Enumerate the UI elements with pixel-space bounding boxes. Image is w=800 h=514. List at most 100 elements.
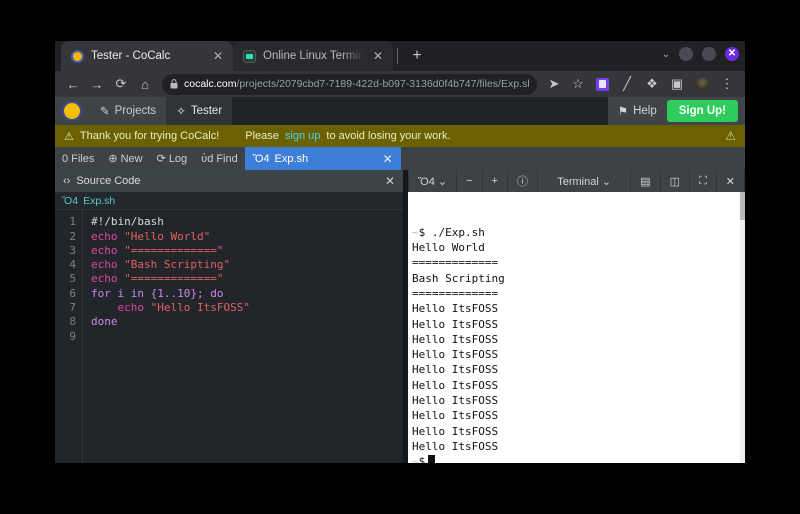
code-icon: ‹› xyxy=(63,175,70,187)
line-number: 4 xyxy=(55,258,76,272)
tab-new-label: New xyxy=(121,153,143,165)
split-horizontal-button[interactable]: ▤ xyxy=(631,170,660,192)
source-code-title: Source Code xyxy=(76,175,140,187)
split-vertical-button[interactable]: ◫ xyxy=(661,170,690,192)
share-icon[interactable]: ➤ xyxy=(542,72,566,96)
history-icon: ⟳ xyxy=(157,152,166,165)
address-bar[interactable]: cocalc.com/projects/2079cbd7-7189-422d-b… xyxy=(162,74,537,95)
help-label: Help xyxy=(633,105,657,117)
home-icon[interactable]: ⌂ xyxy=(133,72,157,96)
code-line: echo "=============" xyxy=(91,244,403,258)
zoom-out-button[interactable]: − xyxy=(457,170,482,192)
window-close-button[interactable]: ✕ xyxy=(725,47,739,61)
help-button[interactable]: ⚑ Help xyxy=(608,97,667,125)
tab-find[interactable]: ὐd Find xyxy=(194,147,245,170)
avatar[interactable] xyxy=(690,72,714,96)
terminal-output-line: Hello ItsFOSS xyxy=(412,362,745,377)
code-token: echo xyxy=(91,272,124,285)
close-frame-button[interactable]: ✕ xyxy=(717,170,745,192)
terminal-output-line: Hello ItsFOSS xyxy=(412,301,745,316)
url-path: /projects/2079cbd7-7189-422d-b097-3136d0… xyxy=(237,78,529,90)
terminal-output-line: Hello ItsFOSS xyxy=(412,408,745,423)
new-tab-button[interactable]: + xyxy=(404,43,430,69)
terminal-text: Hello ItsFOSS xyxy=(412,333,498,346)
close-icon[interactable]: ✕ xyxy=(383,152,393,166)
maximize-button[interactable] xyxy=(702,47,716,61)
source-code-filename-bar: Ὄ4 Exp.sh xyxy=(55,192,403,210)
info-button[interactable]: ⓘ xyxy=(508,170,538,192)
pen-icon[interactable]: ╱ xyxy=(615,72,639,96)
tab-divider xyxy=(397,48,398,64)
terminal-command-line: ~$ ./Exp.sh xyxy=(412,225,745,240)
code-content[interactable]: #!/bin/bash echo "Hello World" echo "=====… xyxy=(82,210,403,463)
minimize-button[interactable] xyxy=(679,47,693,61)
terminal-scrollbar[interactable] xyxy=(740,192,745,463)
close-icon[interactable]: ✕ xyxy=(385,174,395,188)
nav-project-tester-button[interactable]: ✧ Tester xyxy=(166,97,232,125)
fullscreen-button[interactable]: ⛶ xyxy=(690,170,717,192)
bookmark-star-icon[interactable]: ☆ xyxy=(566,72,590,96)
frame-type-button[interactable]: Terminal ⌄ xyxy=(538,170,631,192)
code-line: echo "Hello World" xyxy=(91,230,403,244)
file-menu-button[interactable]: Ὄ4 ⌄ xyxy=(408,170,457,192)
close-icon[interactable]: ✕ xyxy=(211,49,225,63)
appbar-spacer xyxy=(232,97,608,125)
line-number: 7 xyxy=(55,301,76,315)
tab-files[interactable]: ὜0 Files xyxy=(55,147,101,170)
browser-tab-title: Online Linux Terminal - W xyxy=(263,50,364,62)
chevron-down-icon[interactable]: ⌄ xyxy=(662,49,670,60)
reload-icon[interactable]: ⟳ xyxy=(109,72,133,96)
search-icon: ὐd xyxy=(201,153,213,165)
close-icon[interactable]: ✕ xyxy=(371,49,385,63)
terminal-output-line: Hello World xyxy=(412,240,745,255)
help-icon: ⚑ xyxy=(618,104,628,118)
window-controls: ⌄ ✕ xyxy=(662,47,739,61)
terminal-text: Hello ItsFOSS xyxy=(412,394,498,407)
tab-log[interactable]: ⟳ Log xyxy=(150,147,195,170)
line-number: 5 xyxy=(55,272,76,286)
side-panel-icon[interactable]: ▣ xyxy=(665,72,689,96)
code-token: "=============" xyxy=(124,244,223,257)
terminal-favicon-icon xyxy=(243,50,256,63)
zoom-in-button[interactable]: + xyxy=(483,170,508,192)
signup-link[interactable]: sign up xyxy=(285,130,320,142)
browser-menu-icon[interactable]: ⋮ xyxy=(715,72,739,96)
back-icon[interactable]: ← xyxy=(61,72,85,96)
browser-tab-online-linux-terminal[interactable]: Online Linux Terminal - W ✕ xyxy=(233,41,393,71)
terminal-cursor xyxy=(428,455,435,463)
tab-files-label: Files xyxy=(71,153,94,165)
code-token: echo xyxy=(91,230,124,243)
line-number-gutter: 123456789 xyxy=(55,210,82,463)
cocalc-favicon-icon xyxy=(71,50,84,63)
terminal-text: ~ xyxy=(412,226,419,239)
terminal-scrollbar-thumb[interactable] xyxy=(740,192,745,220)
file-tab-exp-sh[interactable]: Ὄ4 Exp.sh ✕ xyxy=(245,147,401,170)
code-line xyxy=(91,330,403,344)
terminal-output[interactable]: ~$ ./Exp.sh Hello World ============= Bash … xyxy=(408,192,745,463)
extension-purple-icon[interactable] xyxy=(590,72,614,96)
forward-icon[interactable]: → xyxy=(85,72,109,96)
file-icon: Ὄ4 xyxy=(62,195,78,207)
terminal-output-line: Hello ItsFOSS xyxy=(412,393,745,408)
terminal-text: Hello ItsFOSS xyxy=(412,348,498,361)
puzzle-extensions-icon[interactable]: ❖ xyxy=(640,72,664,96)
code-line: #!/bin/bash xyxy=(91,215,403,229)
terminal-text: Hello ItsFOSS xyxy=(412,425,498,438)
source-code-header: ‹› Source Code ✕ xyxy=(55,170,403,192)
signup-button[interactable]: Sign Up! xyxy=(667,100,738,122)
browser-tab-cocalc[interactable]: Tester - CoCalc ✕ xyxy=(61,41,233,71)
nav-projects-button[interactable]: ✎ Projects xyxy=(90,97,166,125)
terminal-output-line: ============= xyxy=(412,255,745,270)
code-editor[interactable]: 123456789 #!/bin/bash echo "Hello World" e… xyxy=(55,210,403,463)
line-number: 3 xyxy=(55,244,76,258)
tab-new[interactable]: ⊕ New xyxy=(101,147,149,170)
address-bar-url: cocalc.com/projects/2079cbd7-7189-422d-b… xyxy=(184,78,529,90)
terminal-pane: Ὄ4 ⌄ − + ⓘ Terminal ⌄ ▤ ◫ ⛶ ✕ ~$ ./Exp.sh Hello W… xyxy=(408,170,745,463)
terminal-output-line: Hello ItsFOSS xyxy=(412,439,745,454)
project-file-tabs: ὜0 Files ⊕ New ⟳ Log ὐd Find Ὄ4 Exp.sh ✕ xyxy=(55,147,745,170)
browser-tab-title: Tester - CoCalc xyxy=(91,50,204,62)
cocalc-appbar: ✎ Projects ✧ Tester ⚑ Help Sign Up! xyxy=(55,97,745,125)
code-token: for i in {1..10}; do xyxy=(91,287,223,300)
cocalc-logo-icon[interactable] xyxy=(62,101,82,121)
code-line: done xyxy=(91,315,403,329)
